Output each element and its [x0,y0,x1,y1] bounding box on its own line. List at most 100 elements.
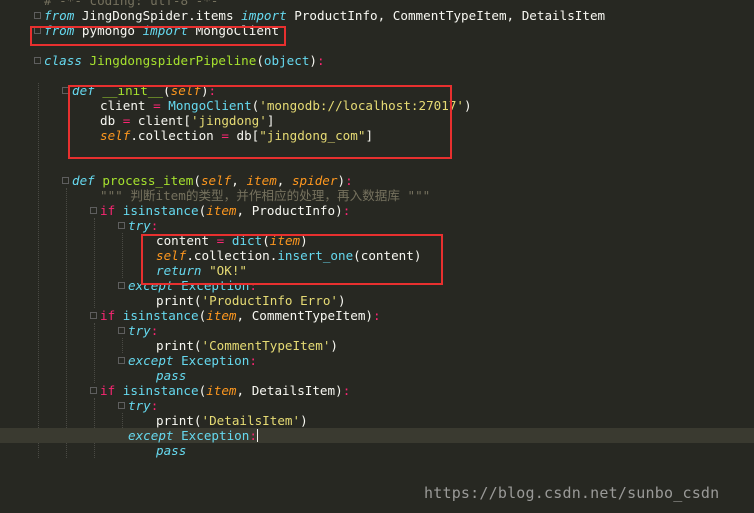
code-token: item [206,383,237,398]
code-line[interactable]: """ 判断item的类型，并作相应的处理，再入数据库 """ [0,188,754,203]
code-line-text: pass [156,368,186,383]
code-token: spider [291,173,338,188]
code-token: : [249,353,257,368]
code-token: """ 判断item的类型，并作相应的处理，再入数据库 """ [100,188,431,203]
code-token: : [150,398,159,413]
code-token: item [206,203,237,218]
code-line[interactable]: pass [0,443,754,458]
code-line[interactable]: try: [0,218,754,233]
code-line[interactable]: pass [0,368,754,383]
code-token: , [231,173,247,188]
code-line-text: """ 判断item的类型，并作相应的处理，再入数据库 """ [100,188,430,203]
code-line[interactable] [0,158,754,173]
code-token: if [100,308,116,323]
code-line[interactable]: try: [0,323,754,338]
code-token: except [128,353,174,368]
code-line-text: def process_item(self, item, spider): [72,173,353,188]
code-token: pass [156,368,187,383]
code-token: ProductInfo, CommentTypeItem, DetailsIte… [286,8,606,23]
highlight-box-insert [141,234,443,285]
code-line[interactable]: if isinstance(item, ProductInfo): [0,203,754,218]
watermark-url: https://blog.csdn.net/sunbo_csdn [424,484,720,502]
code-token: ) [309,53,318,68]
text-caret [256,429,258,442]
code-line-text: # -*- coding: utf-8 -*- [44,0,218,8]
code-line-text: print('ProductInfo Erro') [156,293,346,308]
code-line-text: try: [128,323,158,338]
code-line-text: if isinstance(item, DetailsItem): [100,383,350,398]
code-token: Exception [181,428,250,443]
code-token: self [200,173,232,188]
code-line[interactable]: if isinstance(item, DetailsItem): [0,383,754,398]
code-token: : [373,308,381,323]
code-token: isinstance [122,383,199,398]
code-token: , ProductInfo) [236,203,343,218]
code-line[interactable]: print('ProductInfo Erro') [0,293,754,308]
code-token: 'DetailsItem' [201,413,301,428]
code-token: , [276,173,292,188]
code-token: import [241,8,287,23]
code-line-text: try: [128,218,158,233]
code-token: item [246,173,277,188]
highlight-box-import [30,26,286,46]
code-line-text: pass [156,443,186,458]
code-token: 'ProductInfo Erro' [201,293,338,308]
highlight-box-init [68,85,452,159]
code-token: try [128,398,151,413]
code-editor[interactable]: # -*- coding: utf-8 -*- from JingDongSpid… [0,0,754,513]
code-line[interactable]: except Exception: [0,353,754,368]
code-line[interactable]: print('DetailsItem') [0,413,754,428]
code-token: print( [156,338,202,353]
code-token: : [342,383,351,398]
code-line[interactable]: # -*- coding: utf-8 -*- [0,0,754,8]
code-line-text: if isinstance(item, CommentTypeItem): [100,308,381,323]
code-token: : [150,218,159,233]
code-line[interactable]: from JingDongSpider.items import Product… [0,8,754,23]
code-token: ) [300,413,308,428]
code-token: ( [256,53,264,68]
code-token: # -*- coding: utf-8 -*- [44,0,219,8]
code-token: print( [156,293,202,308]
code-token: if [100,203,116,218]
code-line[interactable]: def process_item(self, item, spider): [0,173,754,188]
code-token: print( [156,413,202,428]
code-line[interactable]: if isinstance(item, CommentTypeItem): [0,308,754,323]
code-token: JingdongspiderPipeline [89,53,257,68]
code-token: : [342,203,351,218]
code-line-text: class JingdongspiderPipeline(object): [44,53,325,68]
code-token: : [317,53,325,68]
code-token: : [249,428,257,443]
code-token: Exception [181,353,250,368]
code-token: if [100,383,116,398]
code-token: ) [337,173,346,188]
code-token: 'CommentTypeItem' [201,338,331,353]
code-line[interactable] [0,68,754,83]
code-token: isinstance [122,203,199,218]
code-line-text: from JingDongSpider.items import Product… [44,8,605,23]
code-line[interactable]: class JingdongspiderPipeline(object): [0,53,754,68]
code-token: def [72,173,95,188]
code-line[interactable]: except Exception: [0,428,754,443]
code-line[interactable]: try: [0,398,754,413]
code-token: , CommentTypeItem) [236,308,374,323]
code-line[interactable]: print('CommentTypeItem') [0,338,754,353]
code-token: try [128,218,151,233]
code-token: item [206,308,237,323]
code-token: ( [193,173,201,188]
code-line-text: print('DetailsItem') [156,413,308,428]
code-token: except [128,428,174,443]
code-line-text: except Exception: [128,353,257,368]
code-token: ) [463,98,472,113]
code-token: : [150,323,159,338]
code-token: isinstance [122,308,199,323]
code-token: pass [156,443,187,458]
code-token: object [263,53,310,68]
code-line-text: try: [128,398,158,413]
code-token: JingDongSpider.items [74,8,242,23]
